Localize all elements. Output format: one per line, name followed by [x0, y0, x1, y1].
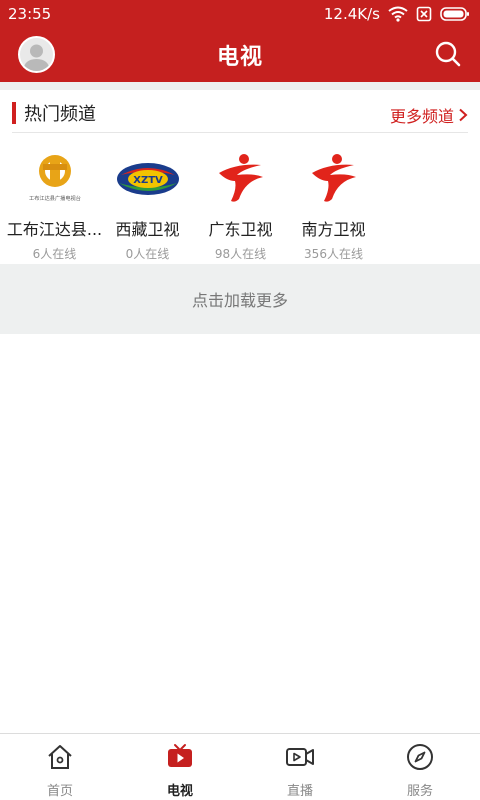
channel-name: 西藏卫视: [115, 220, 180, 239]
page-title: 电视: [216, 45, 263, 70]
live-video-icon: [286, 748, 314, 766]
tab-service[interactable]: 服务: [360, 734, 480, 800]
section-divider: [0, 82, 480, 90]
battery-icon: [440, 7, 469, 21]
chevron-right-icon: [459, 108, 468, 122]
xztv-logo-icon: XZTV: [116, 163, 179, 195]
channel-name: 工布江达县...: [6, 220, 103, 239]
tab-home[interactable]: 首页: [0, 734, 120, 800]
gongbu-logo-icon: 工布江达县广播电视台: [29, 155, 81, 202]
section-title: 热门频道: [24, 104, 96, 125]
channel-item[interactable]: 广东卫视 98人在线: [194, 148, 287, 262]
user-icon: [23, 44, 50, 71]
tab-label: 首页: [46, 784, 73, 799]
channel-logo: [205, 148, 277, 210]
more-channels-label: 更多频道: [389, 107, 454, 126]
guangdong-tv-logo-icon: [218, 154, 263, 202]
more-channels-link[interactable]: 更多频道: [390, 103, 468, 127]
tab-label: 电视: [166, 784, 193, 799]
app-header: 电视: [0, 28, 480, 82]
channel-item[interactable]: XZTV 西藏卫视 0人在线: [101, 148, 194, 262]
svg-text:工布江达县广播电视台: 工布江达县广播电视台: [29, 194, 81, 202]
wifi-icon: [388, 6, 408, 22]
home-icon: [48, 745, 72, 769]
section-accent-bar: [12, 102, 16, 124]
channel-item[interactable]: 南方卫视 356人在线: [287, 148, 380, 262]
channel-logo: [298, 148, 370, 210]
channel-logo: 工布江达县广播电视台: [19, 148, 91, 210]
header-underline: [12, 132, 468, 133]
tab-tv[interactable]: 电视: [120, 734, 240, 800]
channel-name: 南方卫视: [301, 220, 366, 239]
channel-logo: XZTV: [112, 148, 184, 210]
tv-icon: [168, 744, 192, 767]
nanfang-tv-logo-icon: [311, 154, 356, 202]
channel-online-count: 98人在线: [214, 247, 267, 261]
channel-online-count: 356人在线: [304, 247, 363, 261]
svg-text:XZTV: XZTV: [133, 175, 163, 186]
tab-live[interactable]: 直播: [240, 734, 360, 800]
status-time: 23:55: [8, 5, 52, 23]
compass-icon: [407, 744, 433, 770]
channel-name: 广东卫视: [208, 220, 273, 239]
load-more-button[interactable]: 点击加载更多: [0, 264, 480, 334]
status-bar: 23:55 12.4K/s: [0, 0, 480, 28]
hot-channels-header: 热门频道 更多频道: [0, 96, 480, 132]
channel-list: 工布江达县广播电视台 工布江达县... 6人在线 XZTV 西藏卫视 0人在线 …: [6, 148, 478, 262]
bottom-tab-bar: 首页 电视 直播 服务: [0, 733, 480, 800]
tab-label: 直播: [286, 784, 313, 799]
avatar[interactable]: [18, 36, 55, 73]
channel-online-count: 6人在线: [32, 247, 77, 261]
no-sim-icon: [416, 6, 432, 22]
status-indicators: 12.4K/s: [324, 5, 470, 23]
network-speed: 12.4K/s: [323, 5, 380, 23]
channel-item[interactable]: 工布江达县广播电视台 工布江达县... 6人在线: [6, 148, 103, 262]
tab-label: 服务: [406, 784, 433, 799]
search-icon[interactable]: [434, 40, 462, 68]
channel-online-count: 0人在线: [125, 247, 170, 261]
